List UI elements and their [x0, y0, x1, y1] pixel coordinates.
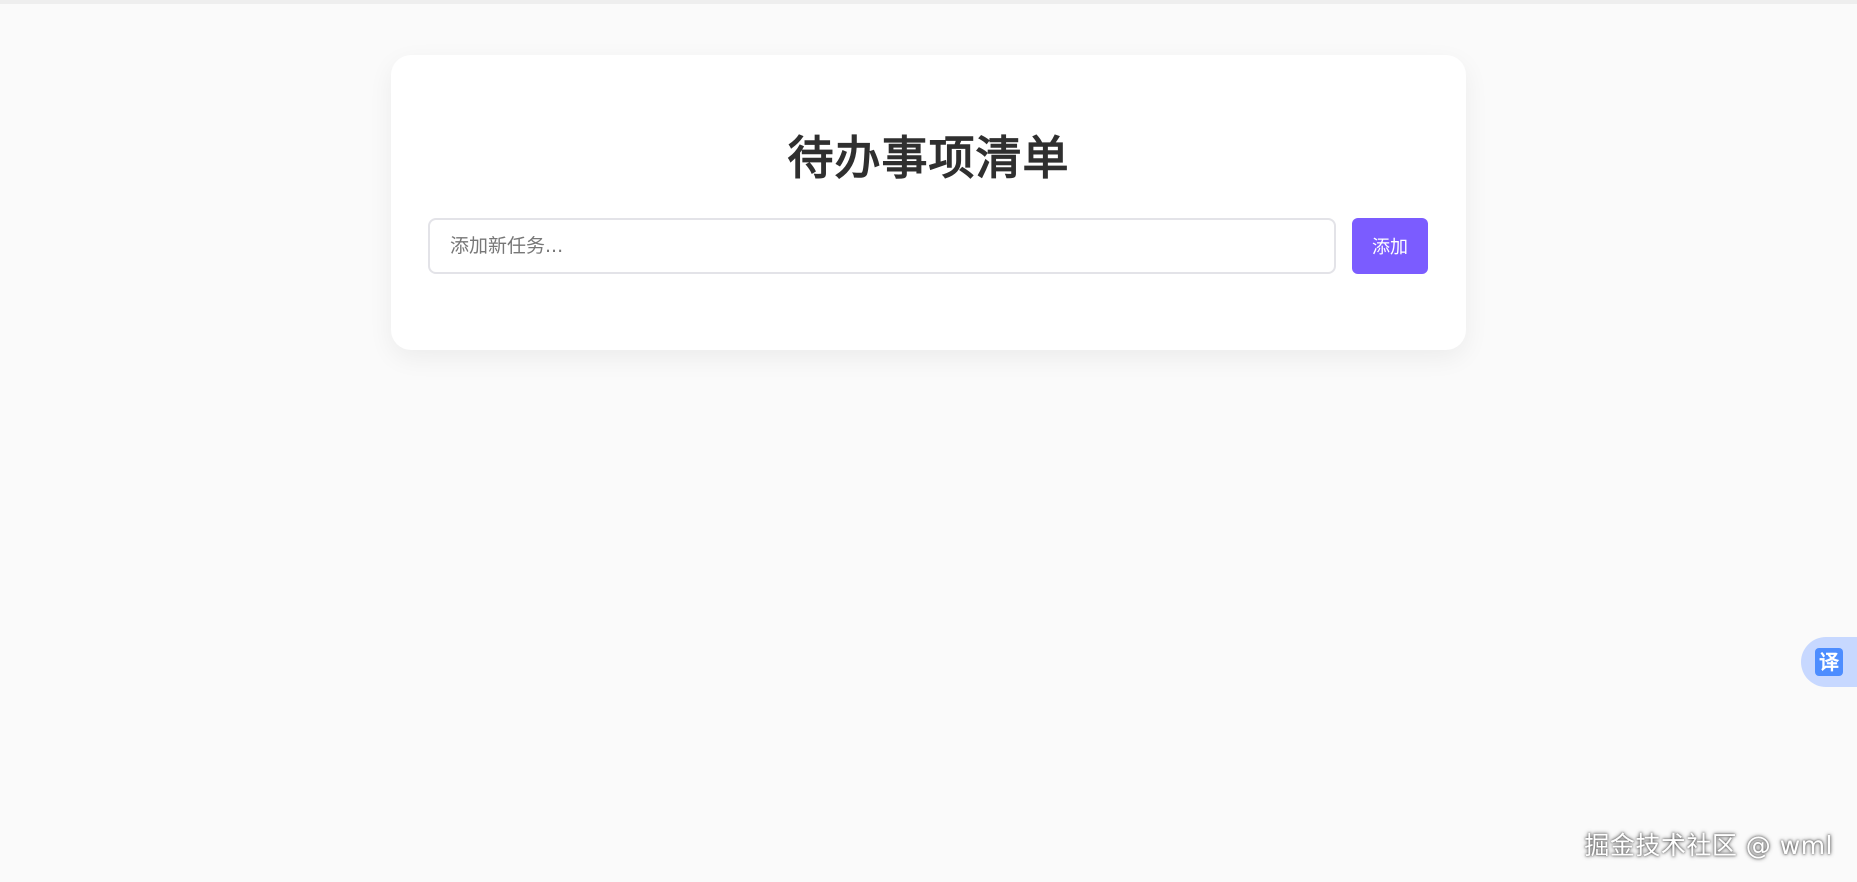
- translate-button[interactable]: 译: [1801, 637, 1857, 687]
- new-task-input[interactable]: [428, 218, 1336, 274]
- translate-icon: 译: [1815, 648, 1843, 676]
- todo-card: [391, 55, 1466, 350]
- page-title: 待办事项清单: [787, 131, 1070, 185]
- top-border: [0, 0, 1857, 4]
- watermark: 掘金技术社区 @ wml: [1584, 831, 1833, 860]
- page: 待办事项清单 添加 译 掘金技术社区 @ wml: [0, 0, 1857, 882]
- add-task-button[interactable]: 添加: [1352, 218, 1428, 274]
